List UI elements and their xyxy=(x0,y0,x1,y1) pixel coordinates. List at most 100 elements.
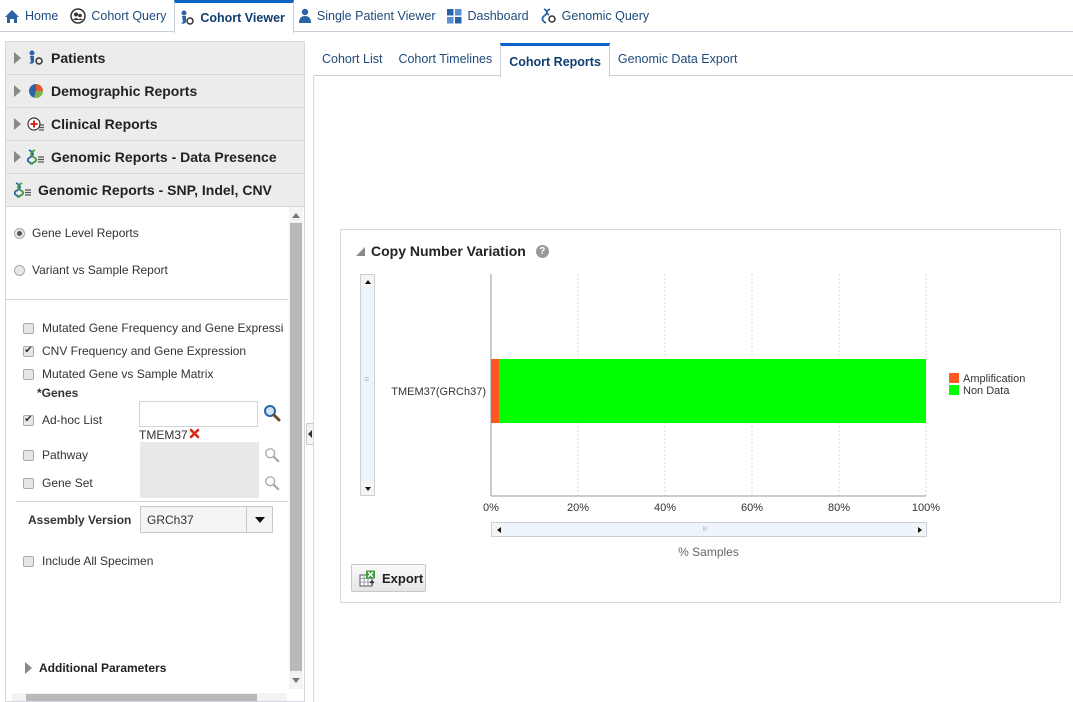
legend-label: Amplification xyxy=(963,373,1025,385)
additional-parameters-toggle[interactable]: Additional Parameters xyxy=(25,661,166,675)
arrow-right-icon xyxy=(917,526,922,533)
checkbox[interactable] xyxy=(23,477,34,489)
x-tick-label: 60% xyxy=(741,502,763,514)
vertical-scrollbar[interactable] xyxy=(289,207,303,689)
adhoc-gene-input[interactable] xyxy=(139,401,258,427)
accordion-genomic-data-presence[interactable]: Genomic Reports - Data Presence xyxy=(6,141,304,174)
nav-single-patient-viewer[interactable]: Single Patient Viewer xyxy=(294,0,444,32)
pathway-label: Pathway xyxy=(42,448,89,462)
divider xyxy=(6,299,288,300)
checkbox-label: CNV Frequency and Gene Expression xyxy=(42,344,247,358)
x-tick-label: 100% xyxy=(912,502,940,514)
nav-cohort-query[interactable]: Cohort Query xyxy=(66,0,174,32)
search-icon-disabled xyxy=(264,475,282,493)
bar-segment-non-data xyxy=(499,359,926,423)
chart-horizontal-scrollbar[interactable]: ≡ xyxy=(491,522,927,537)
bar-segment-amplification xyxy=(491,359,500,423)
nav-dashboard[interactable]: Dashboard xyxy=(443,0,536,32)
scroll-right-button[interactable] xyxy=(913,523,926,536)
radio-variant-label: Variant vs Sample Report xyxy=(32,263,168,277)
horizontal-scrollbar[interactable] xyxy=(12,693,287,701)
x-tick-label: 0% xyxy=(483,502,499,514)
legend-swatch xyxy=(949,385,959,395)
expand-icon xyxy=(14,52,21,64)
checkbox[interactable] xyxy=(23,555,34,567)
excel-export-icon xyxy=(359,570,377,587)
nav-home[interactable]: Home xyxy=(0,0,66,32)
scroll-down-icon[interactable] xyxy=(292,678,300,683)
arrow-left-icon xyxy=(496,526,501,533)
export-label: Export xyxy=(382,570,424,586)
search-icon[interactable] xyxy=(263,404,281,422)
include-all-label: Include All Specimen xyxy=(42,554,154,568)
left-panel: Patients Demographic Reports Clinical Re… xyxy=(5,41,305,702)
nav-single-patient-label: Single Patient Viewer xyxy=(316,9,436,23)
expand-icon xyxy=(14,118,21,130)
radio-gene-level-label: Gene Level Reports xyxy=(32,226,139,240)
export-button[interactable]: Export xyxy=(351,564,426,592)
x-tick-label: 20% xyxy=(567,502,589,514)
checkbox-pathway[interactable]: Pathway xyxy=(23,448,88,462)
accordion-clinical-reports[interactable]: Clinical Reports xyxy=(6,108,304,141)
cohort-viewer-icon xyxy=(179,10,195,26)
accordion-clinical-label: Clinical Reports xyxy=(51,116,158,132)
nav-genomic-query-label: Genomic Query xyxy=(561,9,650,23)
accordion-demographic-reports[interactable]: Demographic Reports xyxy=(6,75,304,108)
checkbox-checked[interactable]: ✔ xyxy=(23,345,34,357)
genes-label: *Genes xyxy=(37,386,79,400)
x-axis-title: % Samples xyxy=(678,545,739,559)
checkbox-adhoc-list[interactable]: ✔ Ad-hoc List xyxy=(23,413,102,427)
legend-label: Non Data xyxy=(963,385,1010,397)
dropdown-button[interactable] xyxy=(246,507,272,532)
accordion-patients[interactable]: Patients xyxy=(6,42,304,75)
dna-icon xyxy=(14,182,32,198)
home-icon xyxy=(4,9,20,24)
nav-genomic-query[interactable]: Genomic Query xyxy=(537,0,658,32)
checkbox-label: Mutated Gene Frequency and Gene Expressi xyxy=(42,321,284,335)
checkbox-mutated-gene-matrix[interactable]: Mutated Gene vs Sample Matrix xyxy=(23,367,213,381)
checkbox-cnv-frequency[interactable]: ✔ CNV Frequency and Gene Expression xyxy=(23,344,246,358)
chevron-down-icon xyxy=(254,516,265,523)
tab-cohort-list[interactable]: Cohort List xyxy=(314,43,390,75)
checkbox[interactable] xyxy=(23,322,34,334)
x-tick-label: 40% xyxy=(654,502,676,514)
x-tick-label: 80% xyxy=(828,502,850,514)
nav-cohort-viewer-label: Cohort Viewer xyxy=(200,11,285,25)
remove-tag-icon[interactable] xyxy=(189,428,200,442)
legend-swatch xyxy=(949,373,959,383)
patients-icon xyxy=(27,50,45,66)
genomic-query-icon xyxy=(541,8,557,24)
accordion-genomic-snp-indel-cnv[interactable]: Genomic Reports - SNP, Indel, CNV xyxy=(6,174,304,207)
accordion-patients-label: Patients xyxy=(51,50,106,66)
scrollbar-thumb[interactable] xyxy=(26,694,257,701)
assembly-version-label: Assembly Version xyxy=(28,513,132,527)
checkbox[interactable] xyxy=(23,449,34,461)
gene-tag: TMEM37 xyxy=(139,428,200,442)
nav-cohort-viewer[interactable]: Cohort Viewer xyxy=(174,0,294,33)
checkbox-mutated-gene-frequency[interactable]: Mutated Gene Frequency and Gene Expressi xyxy=(23,321,283,335)
radio-gene-level-reports[interactable]: Gene Level Reports xyxy=(14,226,139,240)
checkbox-include-all-specimen[interactable]: Include All Specimen xyxy=(23,554,153,568)
checkbox[interactable] xyxy=(23,368,34,380)
checkbox-gene-set[interactable]: Gene Set xyxy=(23,476,93,490)
tab-cohort-timelines[interactable]: Cohort Timelines xyxy=(390,43,500,75)
checkbox-label: Mutated Gene vs Sample Matrix xyxy=(42,367,214,381)
radio-button[interactable] xyxy=(14,264,25,276)
accordion-demographic-label: Demographic Reports xyxy=(51,83,198,99)
cnv-report-panel: Copy Number Variation ? ≡ 0% 20% 40% 60% 80%… xyxy=(340,229,1061,603)
radio-button[interactable] xyxy=(14,227,25,239)
tab-cohort-reports[interactable]: Cohort Reports xyxy=(500,43,610,77)
grip-icon[interactable]: ≡ xyxy=(700,526,710,531)
expand-icon xyxy=(25,662,32,674)
nav-cohort-query-label: Cohort Query xyxy=(91,9,167,23)
divider xyxy=(16,501,288,502)
scroll-up-icon[interactable] xyxy=(292,213,300,218)
checkbox-checked[interactable]: ✔ xyxy=(23,414,34,426)
additional-parameters-label: Additional Parameters xyxy=(39,661,167,675)
scroll-left-button[interactable] xyxy=(492,523,505,536)
accordion-genomic-presence-label: Genomic Reports - Data Presence xyxy=(51,149,277,165)
assembly-version-select[interactable]: GRCh37 xyxy=(140,506,273,533)
scrollbar-thumb[interactable] xyxy=(290,223,302,671)
tab-genomic-data-export[interactable]: Genomic Data Export xyxy=(610,43,746,75)
radio-variant-vs-sample[interactable]: Variant vs Sample Report xyxy=(14,263,168,277)
